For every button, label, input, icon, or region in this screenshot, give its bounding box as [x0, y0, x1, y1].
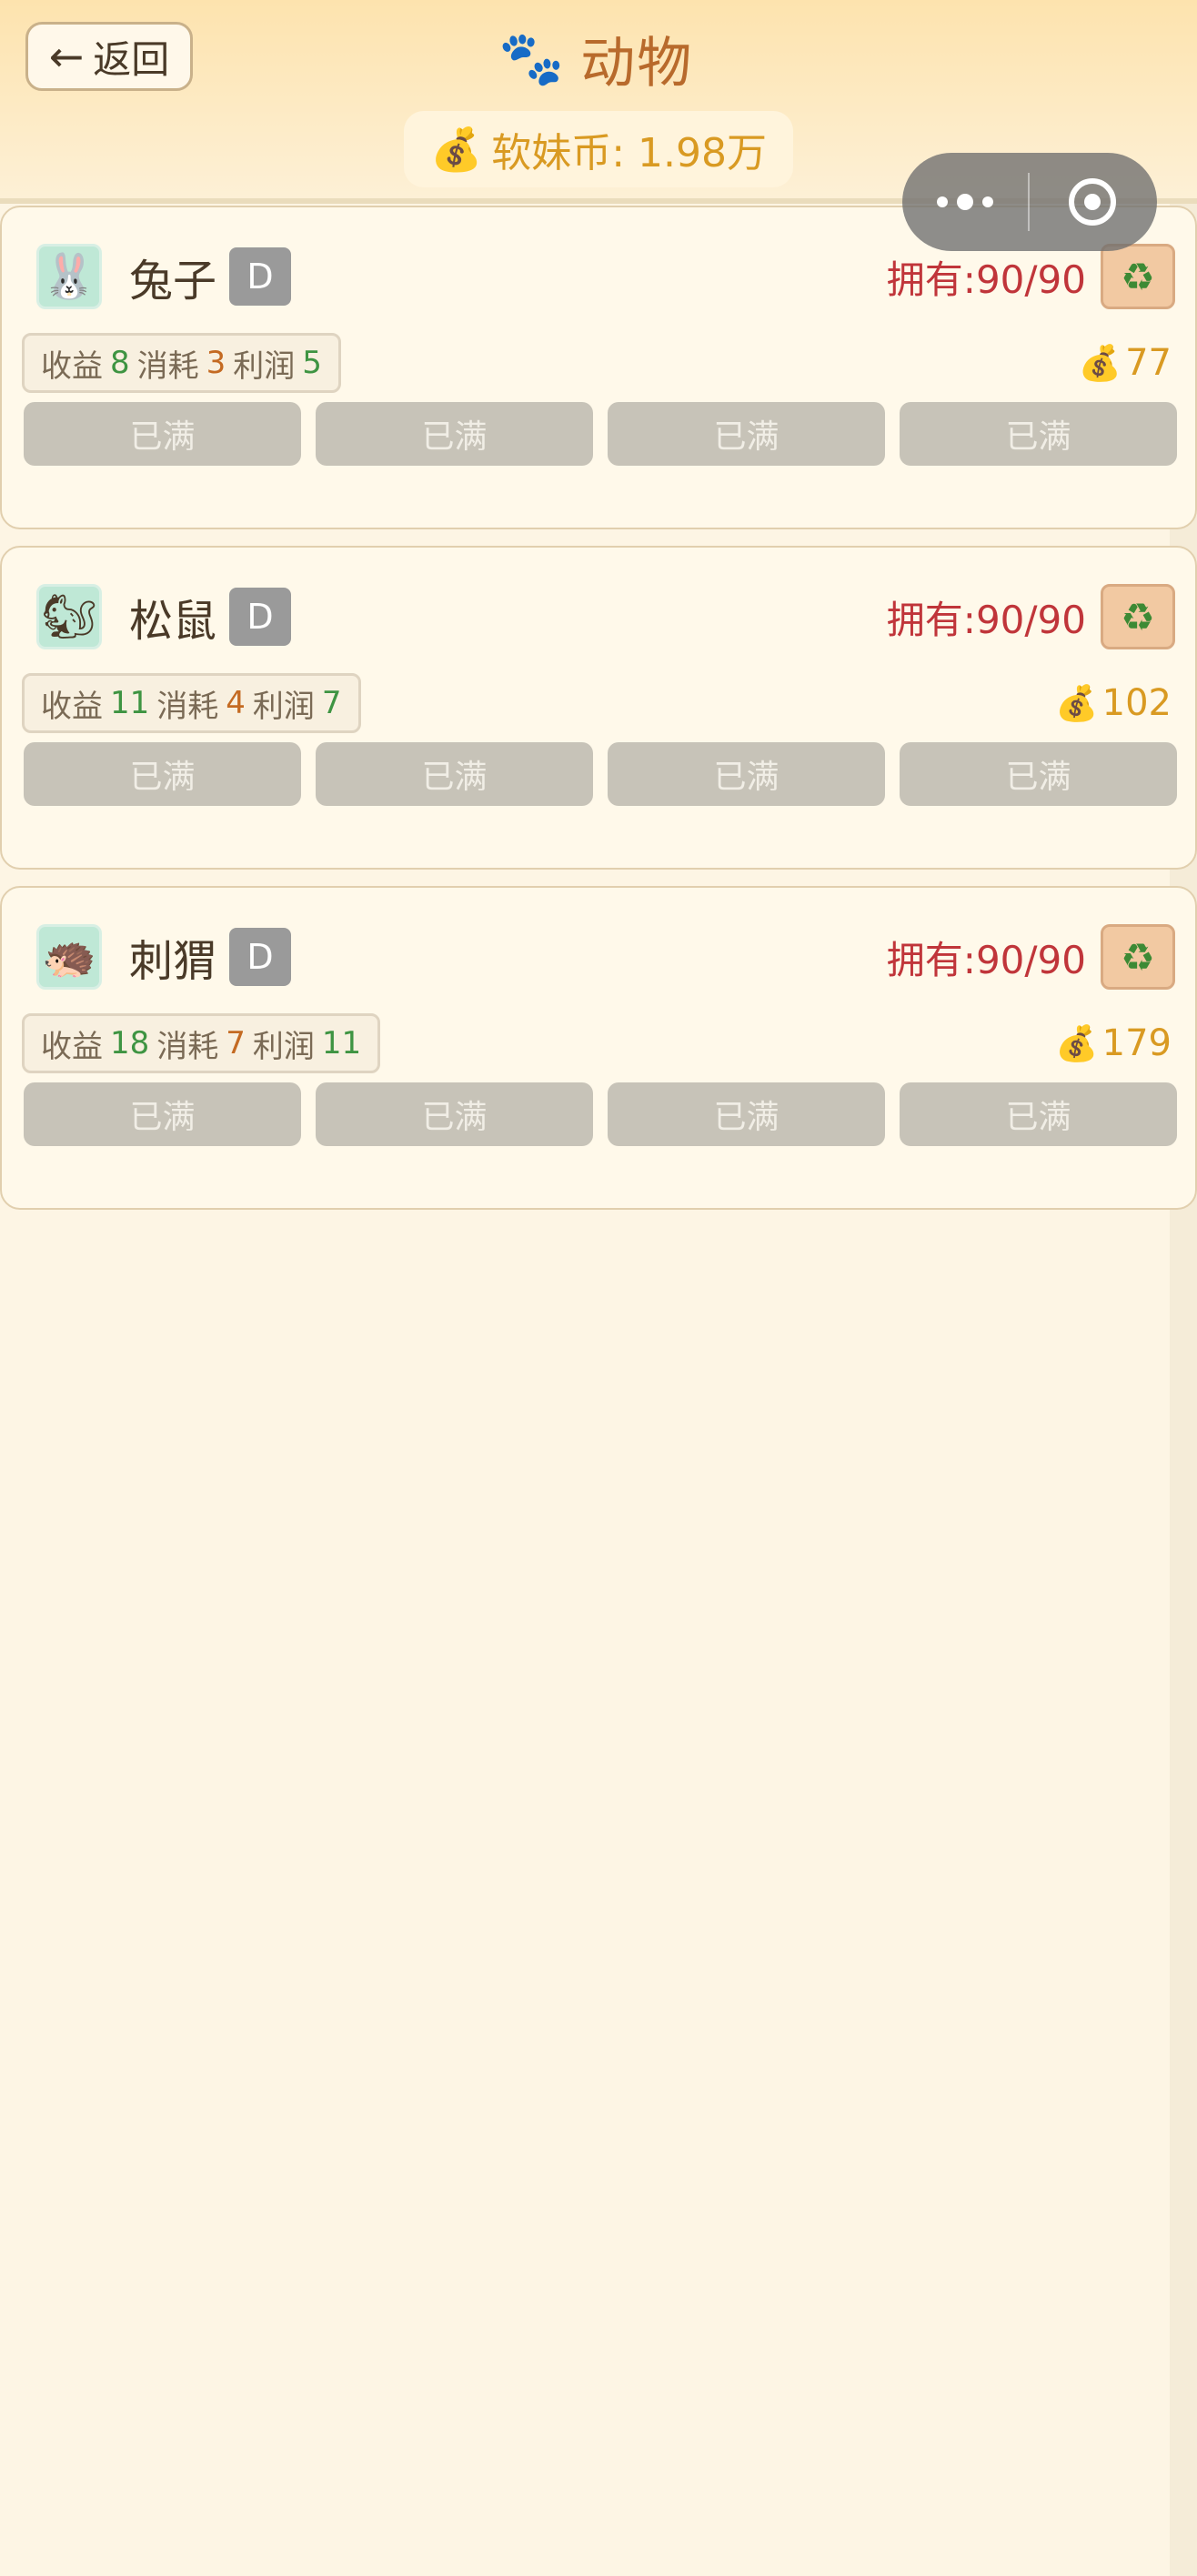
full-button[interactable]: 已满 — [24, 742, 301, 806]
profit-value: 5 — [302, 345, 322, 381]
owned-count: 拥有:90/90 — [886, 937, 1086, 982]
recycle-button[interactable]: ♻ — [1101, 924, 1175, 990]
animal-name: 兔子 — [129, 256, 217, 307]
page-title: 🐾 动物 — [498, 20, 693, 96]
buy-button-row: 已满 已满 已满 已满 — [24, 402, 1177, 466]
more-menu-icon[interactable] — [902, 153, 1028, 251]
animal-card: 🐰 兔子 D 拥有:90/90 ♻ 收益 8 消耗 3 利润 5 💰 77 已满… — [0, 206, 1197, 529]
income-label: 收益 — [41, 1028, 103, 1065]
price-value: 179 — [1101, 1022, 1172, 1064]
price-value: 102 — [1101, 682, 1172, 724]
stats-box: 收益 11 消耗 4 利润 7 — [22, 673, 361, 733]
price: 💰 77 — [1079, 333, 1172, 393]
recycle-icon: ♻ — [1121, 594, 1155, 639]
full-button[interactable]: 已满 — [24, 402, 301, 466]
stats-box: 收益 18 消耗 7 利润 11 — [22, 1013, 381, 1073]
coin-balance-text: 软妹币: 1.98万 — [491, 130, 768, 176]
full-button[interactable]: 已满 — [316, 742, 593, 806]
income-value: 8 — [110, 345, 130, 381]
money-bag-icon: 💰 — [429, 124, 483, 174]
income-value: 18 — [110, 1025, 150, 1062]
coin-balance: 💰 软妹币: 1.98万 — [404, 111, 793, 187]
profit-label: 利润 — [252, 688, 315, 725]
cost-label: 消耗 — [136, 347, 199, 385]
animal-name: 刺猬 — [129, 936, 217, 987]
hedgehog-avatar-icon: 🦔 — [36, 924, 102, 990]
money-bag-icon: 💰 — [1078, 342, 1122, 383]
full-button[interactable]: 已满 — [900, 742, 1177, 806]
price: 💰 179 — [1055, 1013, 1172, 1073]
animal-card: 🐿 松鼠 D 拥有:90/90 ♻ 收益 11 消耗 4 利润 7 💰 102 … — [0, 546, 1197, 870]
income-value: 11 — [110, 685, 150, 721]
recycle-button[interactable]: ♻ — [1101, 584, 1175, 649]
money-bag-icon: 💰 — [1055, 1022, 1099, 1063]
income-label: 收益 — [41, 688, 103, 725]
owned-count: 拥有:90/90 — [886, 597, 1086, 642]
profit-label: 利润 — [252, 1028, 315, 1065]
rabbit-avatar-icon: 🐰 — [36, 244, 102, 309]
recycle-button[interactable]: ♻ — [1101, 244, 1175, 309]
cost-value: 7 — [226, 1025, 246, 1062]
profit-value: 7 — [321, 685, 342, 721]
grade-badge: D — [229, 247, 291, 306]
grade-badge: D — [229, 588, 291, 646]
owned-count: 拥有:90/90 — [886, 257, 1086, 302]
cost-label: 消耗 — [156, 1028, 219, 1065]
full-button[interactable]: 已满 — [608, 402, 885, 466]
back-label: 返回 — [93, 36, 170, 82]
stats-box: 收益 8 消耗 3 利润 5 — [22, 333, 341, 393]
full-button[interactable]: 已满 — [608, 742, 885, 806]
recycle-icon: ♻ — [1121, 254, 1155, 299]
mini-program-capsule — [902, 153, 1157, 251]
animal-name: 松鼠 — [129, 596, 217, 647]
full-button[interactable]: 已满 — [316, 402, 593, 466]
buy-button-row: 已满 已满 已满 已满 — [24, 1082, 1177, 1146]
full-button[interactable]: 已满 — [608, 1082, 885, 1146]
animal-card: 🦔 刺猬 D 拥有:90/90 ♻ 收益 18 消耗 7 利润 11 💰 179… — [0, 886, 1197, 1210]
cost-label: 消耗 — [156, 688, 219, 725]
back-arrow-icon: ← — [48, 32, 85, 81]
cost-value: 4 — [226, 685, 246, 721]
full-button[interactable]: 已满 — [900, 402, 1177, 466]
squirrel-avatar-icon: 🐿 — [36, 584, 102, 649]
money-bag-icon: 💰 — [1055, 682, 1099, 723]
full-button[interactable]: 已满 — [900, 1082, 1177, 1146]
close-miniprogram-icon[interactable] — [1030, 153, 1155, 251]
cost-value: 3 — [206, 345, 226, 381]
full-button[interactable]: 已满 — [24, 1082, 301, 1146]
full-button[interactable]: 已满 — [316, 1082, 593, 1146]
page-title-text: 动物 — [580, 31, 694, 96]
price-value: 77 — [1125, 342, 1172, 384]
recycle-icon: ♻ — [1121, 934, 1155, 980]
income-label: 收益 — [41, 347, 103, 385]
profit-value: 11 — [321, 1025, 362, 1062]
buy-button-row: 已满 已满 已满 已满 — [24, 742, 1177, 806]
back-button[interactable]: ← 返回 — [25, 22, 193, 91]
grade-badge: D — [229, 928, 291, 986]
paw-icon: 🐾 — [498, 27, 565, 89]
price: 💰 102 — [1055, 673, 1172, 733]
profit-label: 利润 — [233, 347, 296, 385]
